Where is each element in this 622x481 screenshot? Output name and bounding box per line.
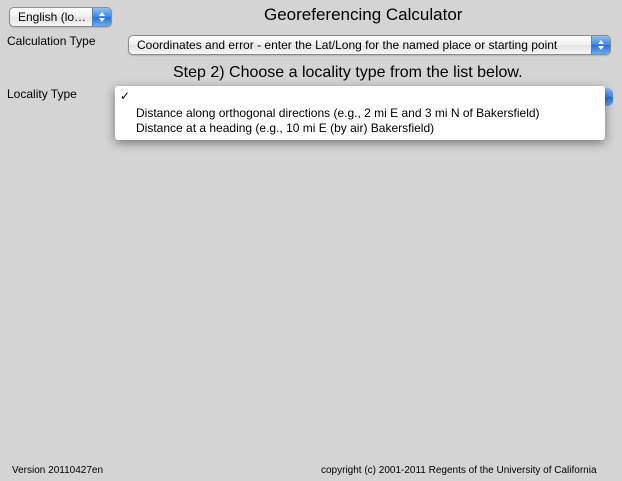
copyright-text: copyright (c) 2001-2011 Regents of the U… xyxy=(321,465,597,476)
checkmark-icon: ✓ xyxy=(120,89,131,103)
calculation-type-select[interactable]: Coordinates and error - enter the Lat/Lo… xyxy=(128,35,611,55)
step2-heading: Step 2) Choose a locality type from the … xyxy=(173,64,523,81)
locality-type-label: Locality Type xyxy=(7,87,77,101)
calculation-type-value: Coordinates and error - enter the Lat/Lo… xyxy=(137,38,558,52)
locality-option-orthogonal[interactable]: Distance along orthogonal directions (e.… xyxy=(136,106,540,120)
up-down-arrows-icon xyxy=(591,36,610,54)
language-select-value: English (lo… xyxy=(18,10,87,24)
up-down-arrows-icon xyxy=(92,8,111,26)
calculation-type-label: Calculation Type xyxy=(7,34,96,48)
page-title: Georeferencing Calculator xyxy=(264,5,463,24)
language-select[interactable]: English (lo… xyxy=(9,7,112,27)
locality-option-heading[interactable]: Distance at a heading (e.g., 10 mi E (by… xyxy=(136,121,434,135)
locality-type-select-edge[interactable] xyxy=(605,88,613,106)
version-text: Version 20110427en xyxy=(12,465,104,476)
locality-type-menu[interactable]: ✓ Distance along orthogonal directions (… xyxy=(115,86,605,140)
